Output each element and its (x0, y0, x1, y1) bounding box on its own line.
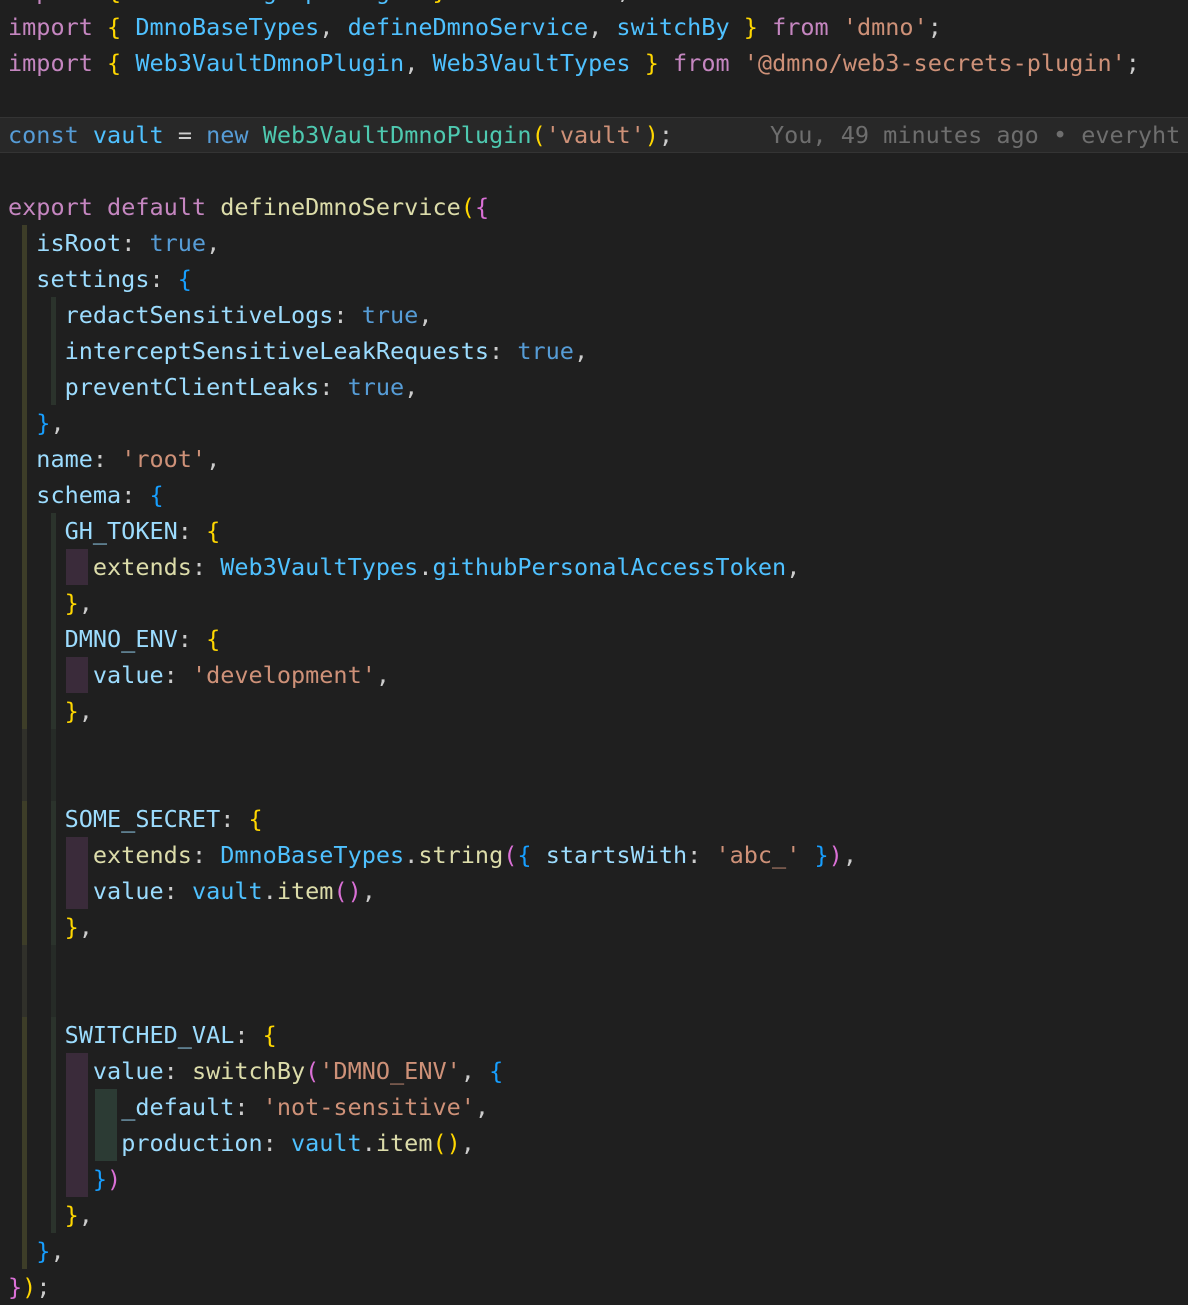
code-line-text: extends: Web3VaultTypes.githubPersonalAc… (92, 553, 801, 581)
code-line-text: DMNO_ENV: { (64, 625, 221, 653)
code-line-text: SWITCHED_VAL: { (64, 1021, 277, 1049)
code-line-blank[interactable] (0, 981, 1188, 1017)
code-line-blank[interactable] (0, 81, 1188, 117)
code-line-schema-close[interactable]: }, (0, 1233, 1188, 1269)
code-line-redact-sensitive-logs[interactable]: redactSensitiveLogs: true, (0, 297, 1188, 333)
code-line-switched-production[interactable]: production: vault.item(), (0, 1125, 1188, 1161)
code-editor[interactable]: import { DmnoConfigraphPlugin } from 'dm… (0, 0, 1188, 1301)
code-line-switchby-close[interactable]: }) (0, 1161, 1188, 1197)
code-line-text: export default defineDmnoService({ (8, 193, 490, 221)
code-line-blank[interactable] (0, 153, 1188, 189)
code-line-some-secret-close[interactable]: }, (0, 909, 1188, 945)
code-line-switched-val-open[interactable]: SWITCHED_VAL: { (0, 1017, 1188, 1053)
code-line-text: preventClientLeaks: true, (64, 373, 419, 401)
code-line-text: }, (36, 409, 65, 437)
code-line-some-secret-extends[interactable]: extends: DmnoBaseTypes.string({ startsWi… (0, 837, 1188, 873)
code-line-vault-declaration[interactable]: const vault = new Web3VaultDmnoPlugin('v… (0, 117, 1188, 153)
code-line-blank[interactable] (0, 765, 1188, 801)
code-line-text: GH_TOKEN: { (64, 517, 221, 545)
code-line-text: redactSensitiveLogs: true, (64, 301, 433, 329)
code-line-import-dmno[interactable]: import { DmnoBaseTypes, defineDmnoServic… (0, 9, 1188, 45)
indent-guide-2 (51, 945, 56, 981)
code-line-switched-val-close[interactable]: }, (0, 1197, 1188, 1233)
code-line-blank[interactable] (0, 729, 1188, 765)
code-line-some-secret-open[interactable]: SOME_SECRET: { (0, 801, 1188, 837)
code-line-text: settings: { (36, 265, 192, 293)
indent-guide-2 (51, 729, 56, 765)
code-line-text: value: switchBy('DMNO_ENV', { (92, 1057, 504, 1085)
code-line-settings-close[interactable]: }, (0, 405, 1188, 441)
code-line-service-close[interactable]: }); (0, 1269, 1188, 1305)
code-line-text: }, (64, 589, 93, 617)
code-line-text: }, (36, 1237, 65, 1265)
code-line-text: schema: { (36, 481, 164, 509)
code-line-isroot[interactable]: isRoot: true, (0, 225, 1188, 261)
git-blame-annotation: You, 49 minutes ago • everyht (770, 121, 1181, 149)
indent-guide-1 (22, 765, 27, 801)
code-line-text: production: vault.item(), (121, 1129, 475, 1157)
code-line-switched-val-value[interactable]: value: switchBy('DMNO_ENV', { (0, 1053, 1188, 1089)
code-line-settings-open[interactable]: settings: { (0, 261, 1188, 297)
code-line-import-web3-plugin[interactable]: import { Web3VaultDmnoPlugin, Web3VaultT… (0, 45, 1188, 81)
indent-guide-1 (22, 981, 27, 1017)
code-line-some-secret-value[interactable]: value: vault.item(), (0, 873, 1188, 909)
indent-guide-1 (22, 945, 27, 981)
code-line-gh-token-open[interactable]: GH_TOKEN: { (0, 513, 1188, 549)
code-line-switched-default[interactable]: _default: 'not-sensitive', (0, 1089, 1188, 1125)
clipped-top-line: import { DmnoConfigraphPlugin } from 'dm… (0, 0, 1188, 9)
code-line-prevent-client-leaks[interactable]: preventClientLeaks: true, (0, 369, 1188, 405)
code-line-text: }); (8, 1273, 51, 1301)
code-line-text: }, (64, 1201, 93, 1229)
code-line-dmno-env-close[interactable]: }, (0, 693, 1188, 729)
code-line-text: _default: 'not-sensitive', (121, 1093, 490, 1121)
code-line-text: import { Web3VaultDmnoPlugin, Web3VaultT… (8, 49, 1140, 77)
code-line-text: }) (92, 1165, 122, 1193)
code-line-text: name: 'root', (36, 445, 221, 473)
code-line-dmno-env-open[interactable]: DMNO_ENV: { (0, 621, 1188, 657)
code-line-export-default[interactable]: export default defineDmnoService({ (0, 189, 1188, 225)
code-line-schema-open[interactable]: schema: { (0, 477, 1188, 513)
code-line-text: import { DmnoBaseTypes, defineDmnoServic… (8, 13, 942, 41)
code-line-text: extends: DmnoBaseTypes.string({ startsWi… (92, 841, 857, 869)
indent-guide-2 (51, 981, 56, 1017)
code-line-intercept-sensitive-leak-requests[interactable]: interceptSensitiveLeakRequests: true, (0, 333, 1188, 369)
indent-guide-2 (51, 765, 56, 801)
code-line-text: value: vault.item(), (92, 877, 376, 905)
code-line-text: }, (64, 697, 93, 725)
clipped-top-line-text: import { DmnoConfigraphPlugin } from 'dm… (0, 0, 1188, 9)
code-line-blank[interactable] (0, 945, 1188, 981)
code-line-text: const vault = new Web3VaultDmnoPlugin('v… (8, 121, 674, 149)
indent-guide-1 (22, 729, 27, 765)
code-line-text: isRoot: true, (36, 229, 221, 257)
code-line-gh-token-close[interactable]: }, (0, 585, 1188, 621)
code-line-text: SOME_SECRET: { (64, 805, 263, 833)
code-line-text: interceptSensitiveLeakRequests: true, (64, 337, 589, 365)
code-line-gh-token-extends[interactable]: extends: Web3VaultTypes.githubPersonalAc… (0, 549, 1188, 585)
code-line-text: }, (64, 913, 93, 941)
code-line-name[interactable]: name: 'root', (0, 441, 1188, 477)
code-line-dmno-env-value[interactable]: value: 'development', (0, 657, 1188, 693)
code-line-text: value: 'development', (92, 661, 391, 689)
